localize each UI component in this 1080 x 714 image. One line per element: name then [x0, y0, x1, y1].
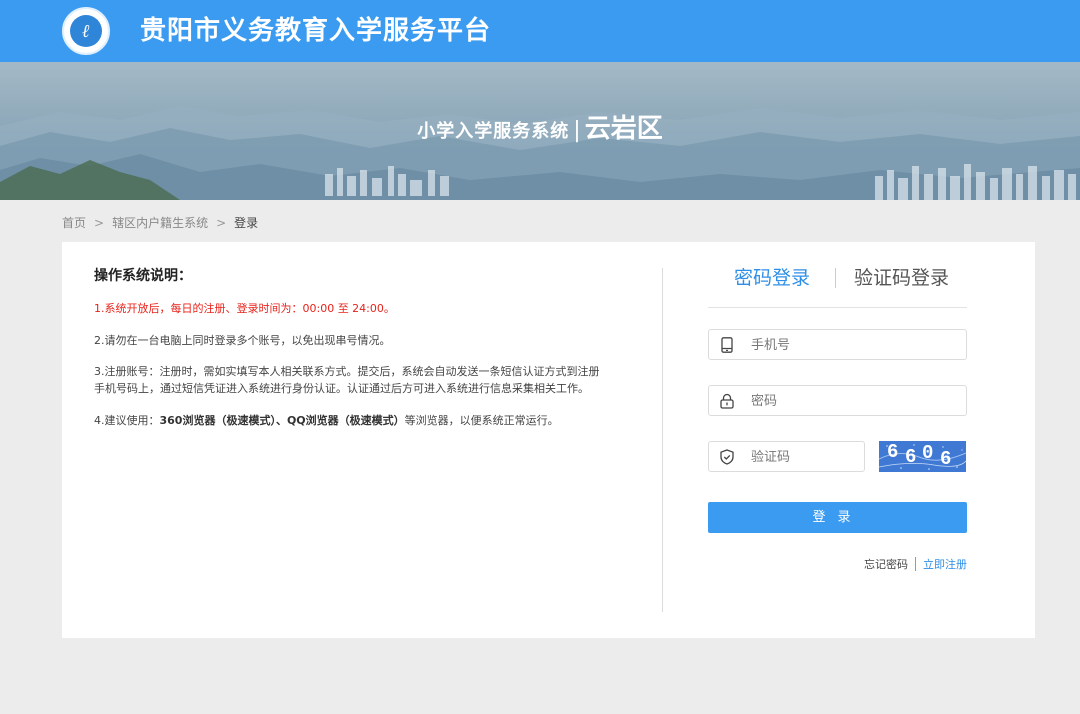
- instruction-item-4-prefix: 4.建议使用：: [94, 414, 160, 427]
- school-emblem-icon[interactable]: ℓ: [62, 7, 110, 55]
- site-title: 贵阳市义务教育入学服务平台: [140, 16, 492, 46]
- breadcrumb-separator: >: [216, 216, 227, 230]
- emblem-inner: ℓ: [70, 15, 102, 47]
- banner-separator: |: [573, 118, 581, 143]
- instruction-item-4: 4.建议使用：360浏览器（极速模式）、QQ浏览器（极速模式）等浏览器，以便系统…: [94, 412, 634, 429]
- breadcrumb-system[interactable]: 辖区内户籍生系统: [112, 216, 208, 230]
- tab-code-login[interactable]: 验证码登录: [854, 264, 949, 292]
- captcha-char: 6: [905, 446, 917, 468]
- captcha-image[interactable]: 6 6 0 6: [879, 441, 966, 472]
- login-tabs: 密码登录 验证码登录: [708, 264, 967, 308]
- password-field[interactable]: [708, 385, 967, 416]
- top-header: ℓ 贵阳市义务教育入学服务平台: [0, 0, 1080, 62]
- tab-password-login[interactable]: 密码登录: [734, 264, 810, 292]
- hero-banner: 小学入学服务系统 | 云岩区: [0, 62, 1080, 200]
- system-name: 小学入学服务系统: [417, 121, 570, 142]
- mobile-phone-icon: [721, 337, 733, 353]
- link-separator: [915, 557, 916, 571]
- account-links: 忘记密码 立即注册: [708, 556, 967, 574]
- captcha-char: 6: [940, 448, 952, 470]
- recommended-browsers: 360浏览器（极速模式）、QQ浏览器（极速模式）: [159, 414, 405, 427]
- instructions-title: 操作系统说明：: [94, 268, 192, 284]
- login-button[interactable]: 登录: [708, 502, 967, 533]
- phone-input[interactable]: [751, 335, 951, 355]
- instructions-section: 操作系统说明： 1.系统开放后，每日的注册、登录时间为：00:00 至 24:0…: [94, 266, 634, 427]
- register-link[interactable]: 立即注册: [923, 558, 967, 571]
- lock-icon: [720, 393, 734, 409]
- forgot-password-link[interactable]: 忘记密码: [864, 558, 908, 571]
- login-panel: 操作系统说明： 1.系统开放后，每日的注册、登录时间为：00:00 至 24:0…: [62, 242, 1035, 638]
- captcha-char: 6: [887, 441, 899, 463]
- tab-separator: [835, 268, 836, 288]
- breadcrumb-separator: >: [94, 216, 105, 230]
- instruction-item-4-suffix: 等浏览器，以便系统正常运行。: [404, 414, 559, 427]
- password-input[interactable]: [751, 391, 951, 411]
- instruction-item-3-line-1: 3.注册账号：注册时，需如实填写本人相关联系方式。提交后，系统会自动发送一条短信…: [94, 365, 600, 378]
- instruction-item-1: 1.系统开放后，每日的注册、登录时间为：00:00 至 24:00。: [94, 302, 395, 315]
- banner-title: 小学入学服务系统 | 云岩区: [0, 114, 1080, 147]
- captcha-input[interactable]: [751, 447, 856, 467]
- phone-field[interactable]: [708, 329, 967, 360]
- captcha-field[interactable]: [708, 441, 865, 472]
- vertical-divider: [662, 268, 663, 612]
- emblem-mark: ℓ: [82, 21, 90, 41]
- breadcrumb: 首页 > 辖区内户籍生系统 > 登录: [62, 214, 258, 232]
- district-name: 云岩区: [584, 114, 663, 144]
- instruction-item-2: 2.请勿在一台电脑上同时登录多个账号，以免出现串号情况。: [94, 334, 391, 347]
- breadcrumb-home[interactable]: 首页: [62, 216, 86, 230]
- breadcrumb-current: 登录: [234, 216, 259, 230]
- shield-icon: [720, 449, 734, 465]
- instruction-item-3-line-2: 手机号码上，通过短信凭证进入系统进行身份认证。认证通过后方可进入系统进行信息采集…: [94, 382, 589, 395]
- captcha-char: 0: [922, 442, 934, 464]
